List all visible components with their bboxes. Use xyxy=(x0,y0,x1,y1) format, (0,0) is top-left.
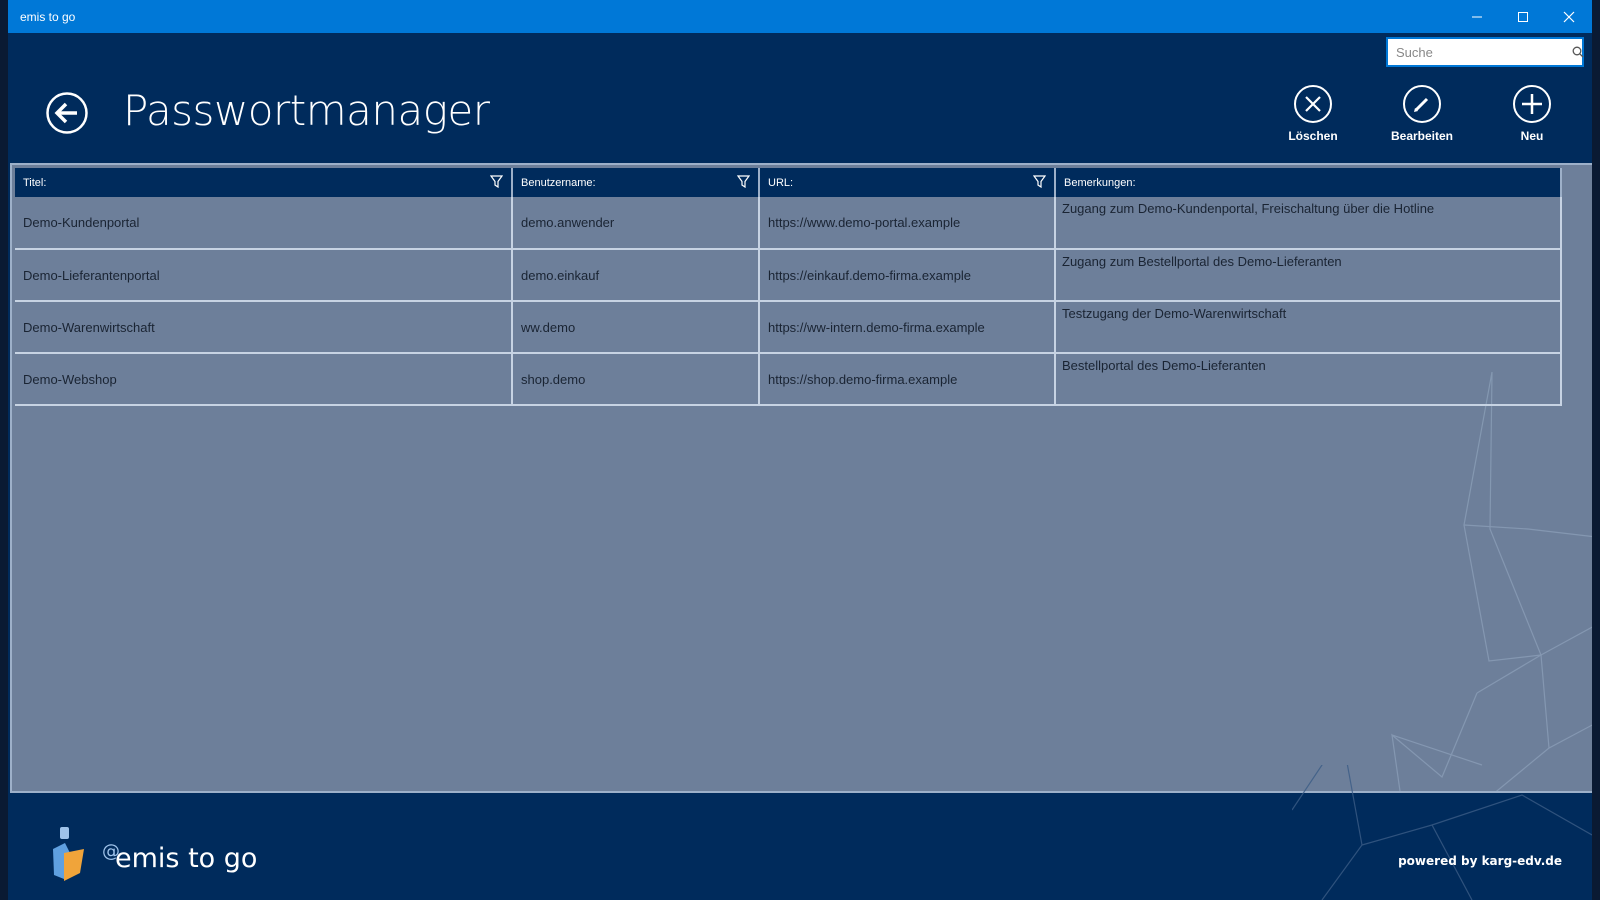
cell-notes: Zugang zum Demo-Kundenportal, Freischalt… xyxy=(1055,197,1562,250)
table-row[interactable]: Demo-Webshop shop.demo https://shop.demo… xyxy=(15,353,1562,406)
table-row[interactable]: Demo-Kundenportal demo.anwender https://… xyxy=(15,197,1562,250)
cell-username: ww.demo xyxy=(512,301,760,354)
minimize-icon xyxy=(1472,16,1482,17)
close-button[interactable] xyxy=(1546,0,1592,33)
cell-title: Demo-Lieferantenportal xyxy=(15,249,513,302)
cell-username: demo.anwender xyxy=(512,197,760,250)
footer-logo-text: emis to go xyxy=(115,843,258,874)
new-label: Neu xyxy=(1520,129,1544,143)
cell-url: https://einkauf.demo-firma.example xyxy=(759,249,1056,302)
cell-username: demo.einkauf xyxy=(512,249,760,302)
title-bar: emis to go xyxy=(8,0,1592,33)
cell-title: Demo-Kundenportal xyxy=(15,197,513,250)
page-title: Passwortmanager xyxy=(123,86,490,135)
back-button[interactable] xyxy=(45,91,89,135)
maximize-icon xyxy=(1518,11,1528,22)
cell-title: Demo-Warenwirtschaft xyxy=(15,301,513,354)
minimize-button[interactable] xyxy=(1454,0,1500,33)
header-row: Titel: Benutzername: URL: Bemerkungen: xyxy=(15,168,1562,197)
column-header-notes[interactable]: Bemerkungen: xyxy=(1055,168,1562,197)
column-header-label: Bemerkungen: xyxy=(1064,176,1136,189)
table-row[interactable]: Demo-Warenwirtschaft ww.demo https://ww-… xyxy=(15,301,1562,354)
search-icon[interactable] xyxy=(1572,46,1584,58)
x-circle-icon xyxy=(1294,85,1332,123)
footer: @ emis to go powered by karg-edv.de xyxy=(8,765,1592,900)
filter-icon[interactable] xyxy=(1033,175,1046,188)
column-header-label: Titel: xyxy=(23,176,47,189)
cell-url: https://ww-intern.demo-firma.example xyxy=(759,301,1056,354)
plus-circle-icon xyxy=(1513,85,1551,123)
filter-icon[interactable] xyxy=(490,175,503,188)
cell-notes: Testzugang der Demo-Warenwirtschaft xyxy=(1055,301,1562,354)
search-input[interactable] xyxy=(1388,39,1572,65)
search-box xyxy=(1386,37,1584,67)
cell-title: Demo-Webshop xyxy=(15,353,513,406)
cell-url: https://www.demo-portal.example xyxy=(759,197,1056,250)
cell-notes: Zugang zum Bestellportal des Demo-Liefer… xyxy=(1055,249,1562,302)
decorative-polygons xyxy=(1292,765,1592,900)
edit-label: Bearbeiten xyxy=(1390,129,1454,143)
entries-table: Titel: Benutzername: URL: Bemerkungen: D… xyxy=(15,168,1562,406)
pencil-icon xyxy=(1403,85,1441,123)
delete-button[interactable]: Löschen xyxy=(1273,84,1353,143)
close-icon xyxy=(1563,11,1575,22)
emis-logo-icon: @ xyxy=(53,827,120,881)
edit-button[interactable]: Bearbeiten xyxy=(1382,84,1462,143)
table-row[interactable]: Demo-Lieferantenportal demo.einkauf http… xyxy=(15,249,1562,302)
column-header-label: URL: xyxy=(768,176,794,189)
arrow-left-icon xyxy=(46,92,88,134)
column-header-url[interactable]: URL: xyxy=(759,168,1056,197)
column-header-label: Benutzername: xyxy=(521,176,596,189)
password-grid: Titel: Benutzername: URL: Bemerkungen: D… xyxy=(10,163,1592,793)
delete-label: Löschen xyxy=(1288,129,1338,143)
cell-username: shop.demo xyxy=(512,353,760,406)
powered-by: powered by karg-edv.de xyxy=(1398,854,1562,868)
column-header-username[interactable]: Benutzername: xyxy=(512,168,760,197)
window-title: emis to go xyxy=(20,9,76,24)
column-header-title[interactable]: Titel: xyxy=(15,168,513,197)
maximize-button[interactable] xyxy=(1500,0,1546,33)
new-button[interactable]: Neu xyxy=(1492,84,1572,143)
cell-notes: Bestellportal des Demo-Lieferanten xyxy=(1055,353,1562,406)
cell-url: https://shop.demo-firma.example xyxy=(759,353,1056,406)
app-window: emis to go Passwortmanager Löschen xyxy=(0,0,1600,900)
filter-icon[interactable] xyxy=(737,175,750,188)
